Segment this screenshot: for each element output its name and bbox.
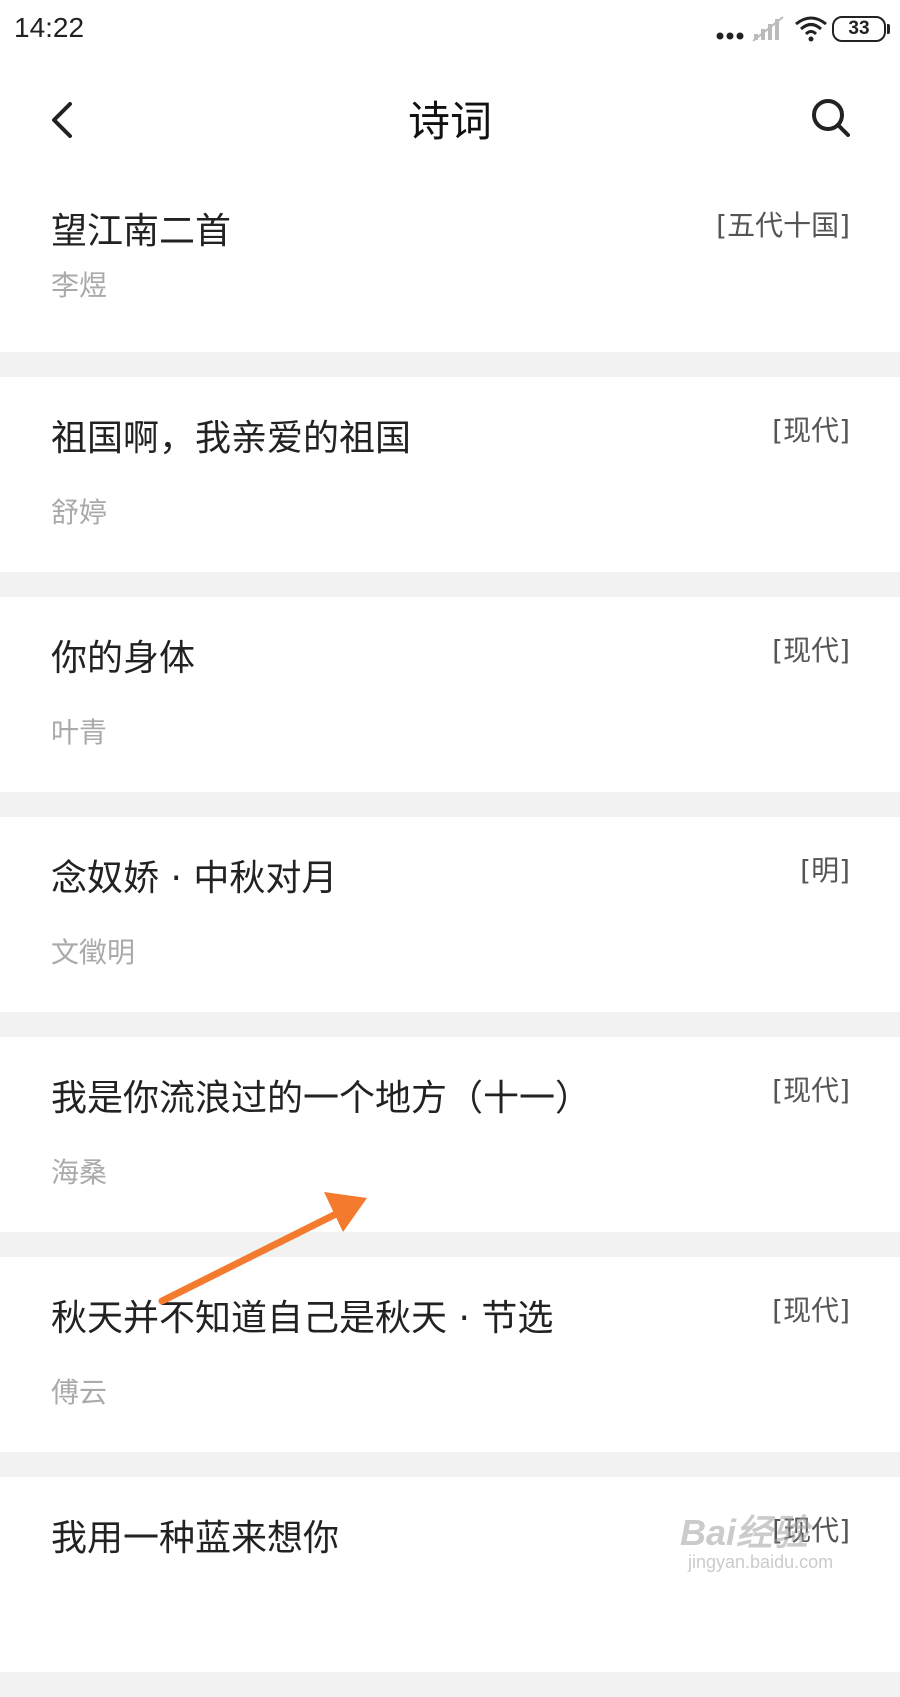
poem-dynasty: [现代] [772,634,850,667]
poem-dynasty: [明] [800,854,850,887]
poem-author: 李煜 [51,269,108,302]
poem-author: 傅云 [51,1376,108,1409]
signal-dots-icon [716,32,744,40]
poem-card[interactable]: 祖国啊，我亲爱的祖国 [现代] 舒婷 [0,377,900,572]
poem-author: 舒婷 [51,496,108,529]
poem-title: 念奴娇 · 中秋对月 [51,858,338,899]
wifi-icon [795,16,827,42]
poem-title: 望江南二首 [51,211,232,252]
poem-card[interactable]: 我用一种蓝来想你 [现代] [0,1477,900,1672]
poem-card[interactable]: 你的身体 [现代] 叶青 [0,597,900,792]
poem-title: 我是你流浪过的一个地方（十一） [51,1078,592,1119]
page-title: 诗词 [407,97,492,146]
status-bar: 14:22 33 [0,0,900,62]
poem-title: 秋天并不知道自己是秋天 · 节选 [51,1298,554,1339]
poem-dynasty: [五代十国] [716,209,850,242]
poem-card[interactable]: 望江南二首 [五代十国] 李煜 [0,180,900,352]
navigation-bar: 诗词 [0,62,900,180]
search-icon [812,99,850,137]
poem-list: 望江南二首 [五代十国] 李煜 祖国啊，我亲爱的祖国 [现代] 舒婷 你的身体 … [0,180,900,1697]
poem-dynasty: [现代] [772,414,850,447]
poem-title: 你的身体 [51,638,196,679]
poem-card[interactable]: 我是你流浪过的一个地方（十一） [现代] 海桑 [0,1037,900,1232]
poem-dynasty: [现代] [772,1294,850,1327]
status-icons: 33 [716,14,890,44]
poem-author: 叶青 [51,716,108,749]
poem-author: 海桑 [51,1156,108,1189]
poem-dynasty: [现代] [772,1074,850,1107]
poem-title: 祖国啊，我亲爱的祖国 [51,418,412,459]
poem-title: 我用一种蓝来想你 [51,1518,340,1559]
cell-signal-icon [752,16,784,42]
poem-card[interactable]: 秋天并不知道自己是秋天 · 节选 [现代] 傅云 [0,1257,900,1452]
battery-icon: 33 [832,16,890,42]
search-button[interactable] [804,90,860,146]
poem-card[interactable]: 念奴娇 · 中秋对月 [明] 文徵明 [0,817,900,1012]
poem-dynasty: [现代] [772,1514,850,1547]
poem-author: 文徵明 [51,936,136,969]
status-time: 14:22 [14,12,85,43]
